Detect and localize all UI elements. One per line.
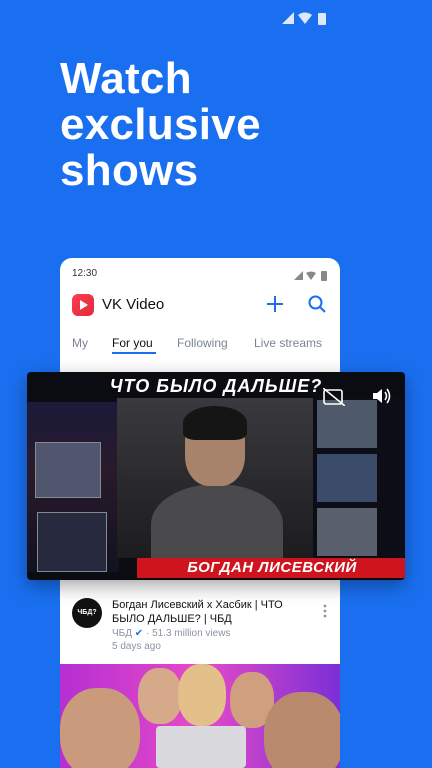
video-meta: ЧБД ✔ · 51.3 million views	[112, 628, 231, 639]
signal-icon	[282, 12, 294, 24]
app-bar: VK Video	[72, 294, 328, 318]
video-main-frame	[117, 398, 317, 564]
active-tab-indicator	[112, 352, 156, 354]
phone-status-bar: 12:30	[60, 258, 340, 290]
channel-name[interactable]: ЧБД	[112, 628, 132, 639]
video-overlay-title: ЧТО БЫЛО ДАЛЬШЕ?	[109, 376, 323, 396]
battery-icon	[318, 13, 326, 25]
video-left-collage	[27, 402, 119, 572]
next-video-thumbnail[interactable]	[60, 664, 340, 768]
featured-video-player[interactable]: ЧТО БЫЛО ДАЛЬШЕ? БОГДАН ЛИСЕВСКИЙ	[27, 372, 405, 580]
video-info[interactable]: ЧБД? Богдан Лисевский x Хасбик | ЧТО БЫЛ…	[72, 598, 340, 658]
device-status-bar	[0, 0, 432, 40]
volume-icon[interactable]	[371, 386, 393, 406]
phone-status-icons	[294, 268, 328, 286]
search-icon[interactable]	[308, 295, 326, 313]
tab-following[interactable]: Following	[177, 336, 228, 350]
tab-live-streams[interactable]: Live streams	[254, 336, 322, 350]
more-vertical-icon[interactable]	[322, 604, 328, 618]
app-title: VK Video	[102, 296, 165, 313]
video-right-collage	[313, 398, 405, 574]
tab-bar: My For you Following Live streams	[72, 336, 340, 358]
view-count: 51.3 million views	[152, 628, 231, 639]
video-title[interactable]: Богдан Лисевский x Хасбик | ЧТО БЫЛО ДАЛ…	[112, 598, 308, 626]
promo-headline: Watch exclusive shows	[60, 54, 261, 195]
tab-my[interactable]: My	[72, 336, 88, 350]
wifi-icon	[298, 12, 312, 24]
plus-icon[interactable]	[266, 295, 284, 313]
channel-avatar[interactable]: ЧБД?	[72, 598, 102, 628]
tab-for-you[interactable]: For you	[112, 336, 153, 350]
video-age: 5 days ago	[112, 641, 161, 652]
video-overlay-subtitle: БОГДАН ЛИСЕВСКИЙ	[137, 558, 405, 578]
vk-video-logo	[72, 294, 94, 316]
captions-off-icon[interactable]	[323, 388, 345, 406]
verified-icon: ✔	[134, 628, 144, 639]
phone-time: 12:30	[72, 268, 98, 279]
